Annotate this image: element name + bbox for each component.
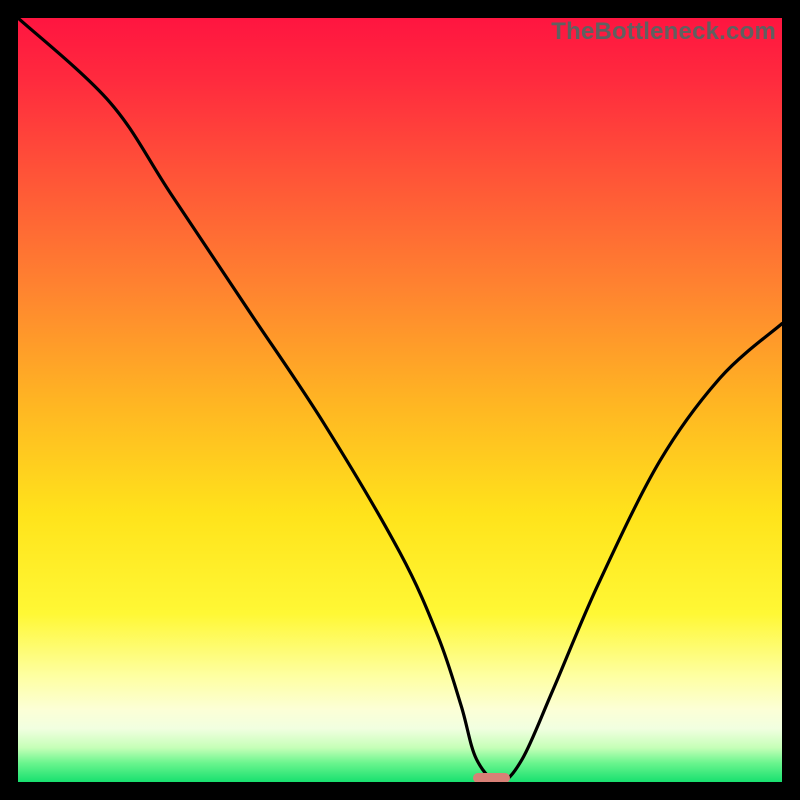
- optimal-marker: [473, 773, 510, 782]
- plot-area: TheBottleneck.com: [18, 18, 782, 782]
- watermark-text: TheBottleneck.com: [551, 18, 776, 46]
- chart-frame: TheBottleneck.com: [0, 0, 800, 800]
- chart-svg: [18, 18, 782, 782]
